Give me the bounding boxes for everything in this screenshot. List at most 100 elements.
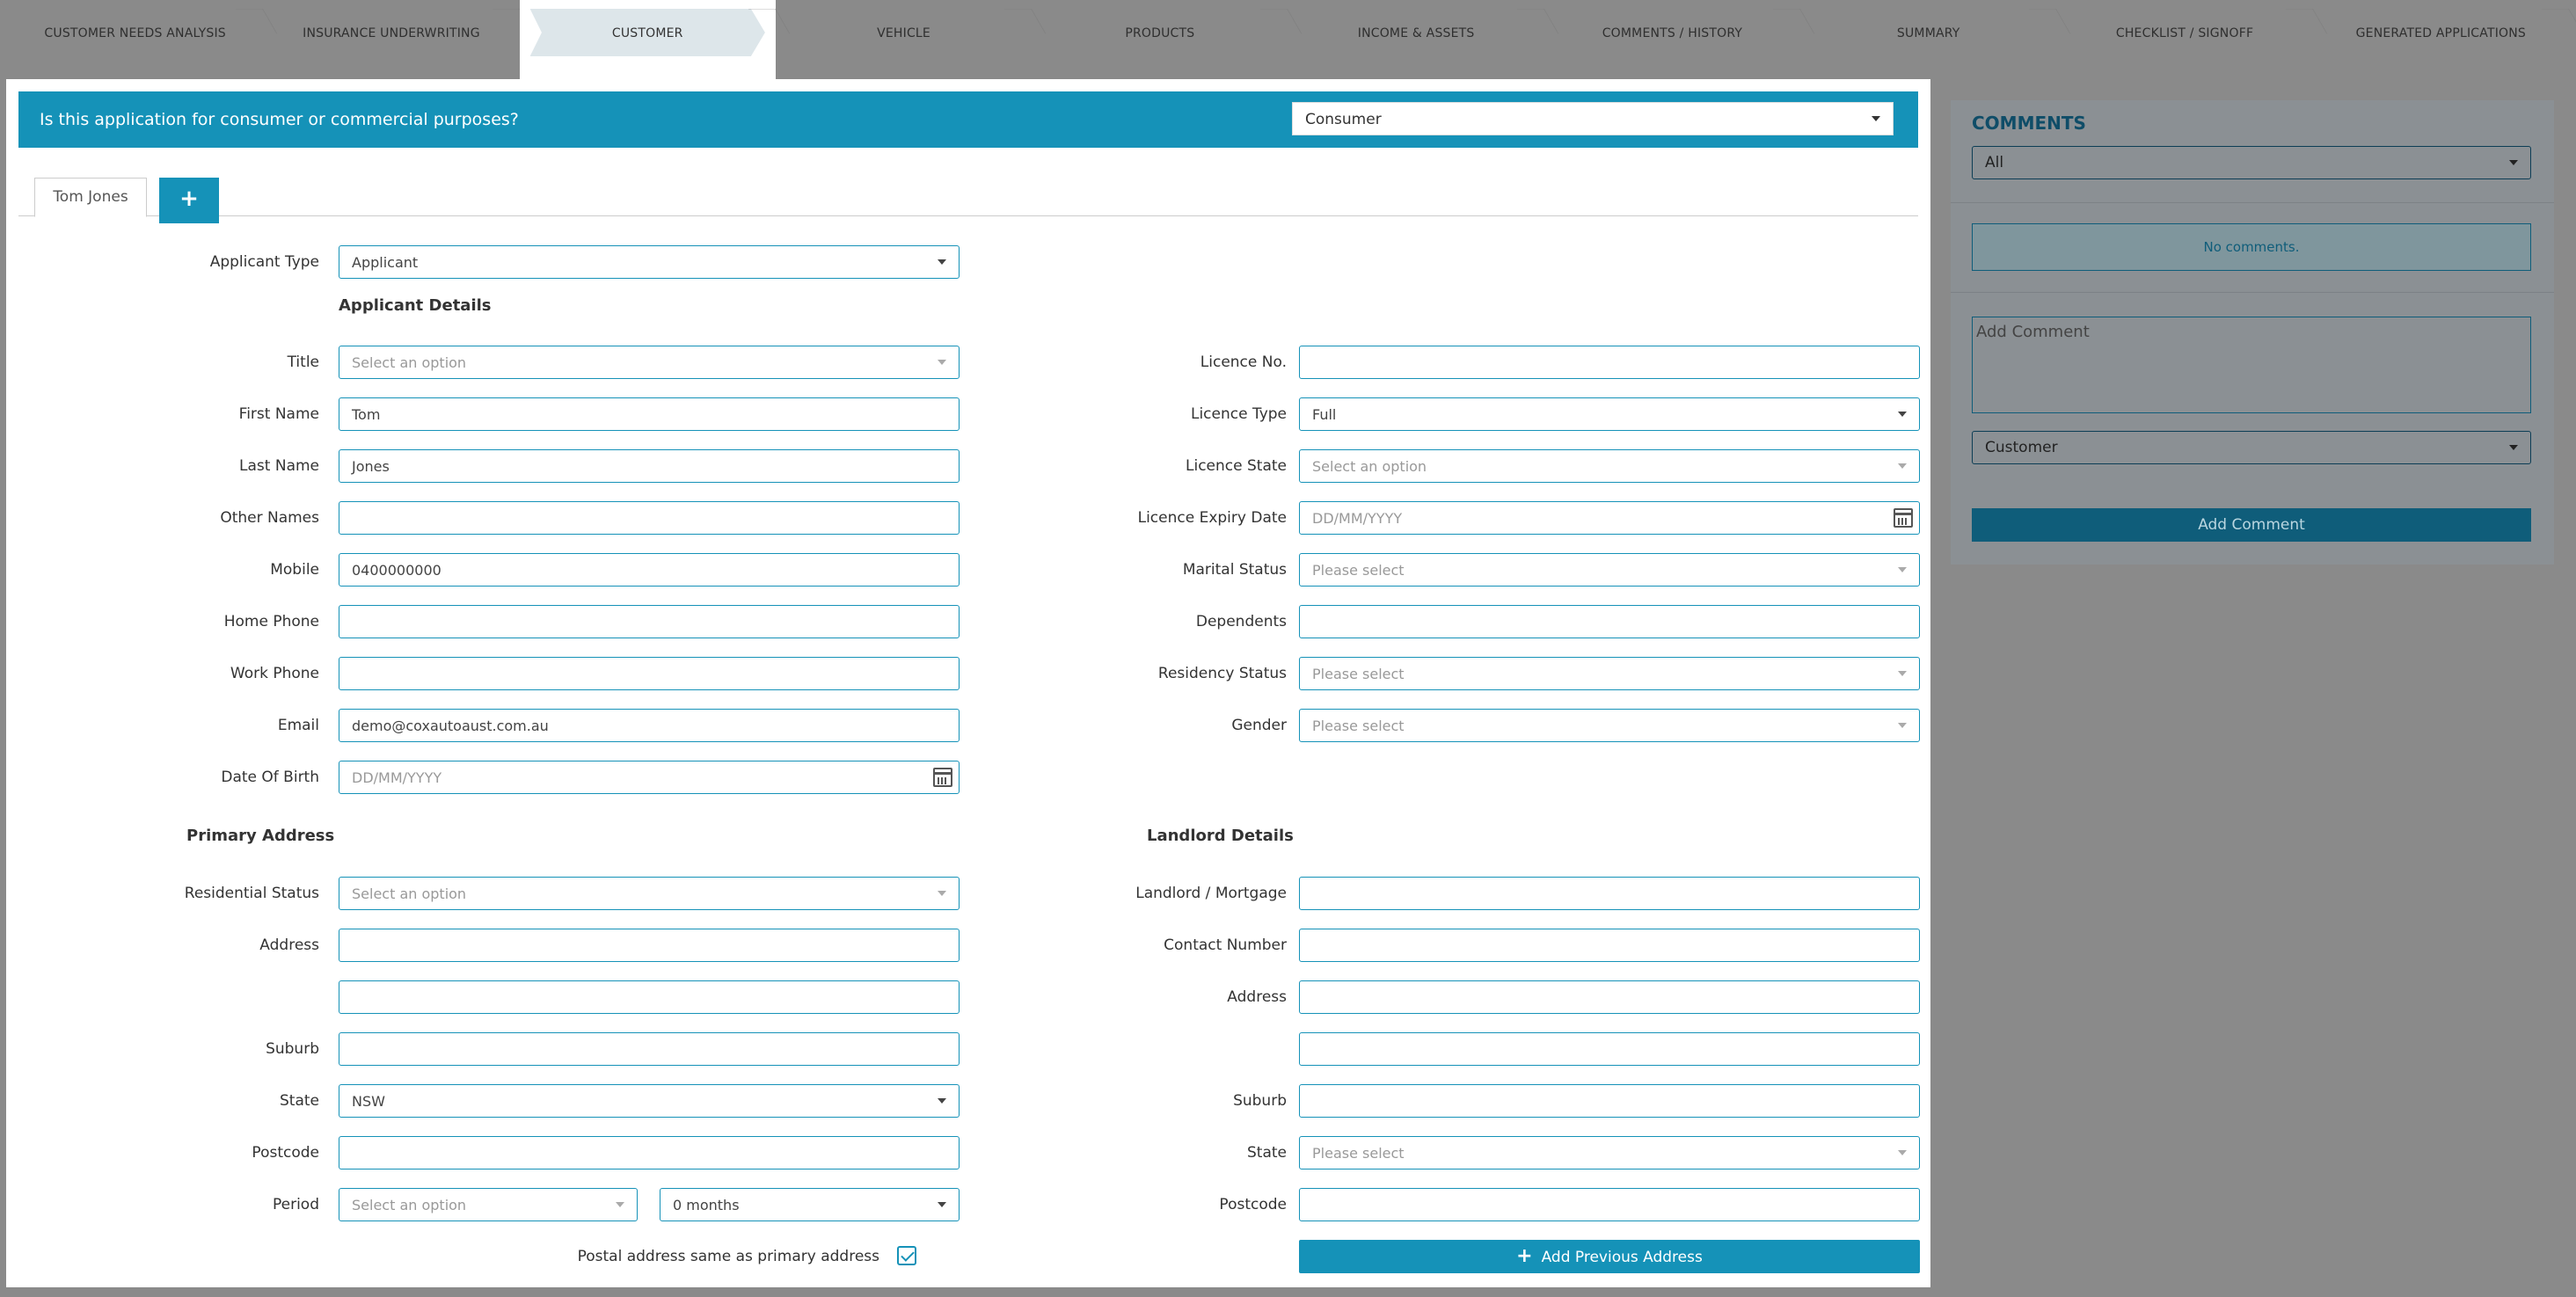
state-select[interactable]: NSW: [339, 1084, 960, 1118]
mobile-input[interactable]: 0400000000: [339, 553, 960, 587]
step-comments-history[interactable]: COMMENTS / HISTORY: [1544, 0, 1800, 67]
chevron-down-icon: [2509, 160, 2518, 165]
title-select[interactable]: Select an option: [339, 346, 960, 379]
marital-status-label: Marital Status: [1182, 561, 1287, 579]
marital-status-select[interactable]: Please select: [1299, 553, 1920, 587]
chevron-down-icon: [1898, 567, 1907, 572]
residency-status-select[interactable]: Please select: [1299, 657, 1920, 690]
applicant-type-select[interactable]: Applicant: [339, 245, 960, 279]
landlord-suburb-label: Suburb: [1233, 1092, 1287, 1110]
comment-category-select[interactable]: Customer: [1972, 431, 2531, 464]
step-customer[interactable]: CUSTOMER: [519, 0, 776, 83]
calendar-icon[interactable]: [933, 768, 952, 787]
chevron-down-icon: [1872, 116, 1880, 121]
title-label: Title: [287, 353, 319, 371]
dob-label: Date Of Birth: [221, 769, 319, 786]
chevron-down-icon: [1898, 723, 1907, 728]
licence-expiry-input[interactable]: DD/MM/YYYY: [1299, 501, 1920, 535]
divider: [1951, 292, 2554, 293]
plus-icon: +: [179, 186, 199, 212]
work-phone-label: Work Phone: [230, 665, 319, 682]
primary-address-heading: Primary Address: [186, 827, 335, 845]
suburb-input[interactable]: [339, 1032, 960, 1066]
chevron-down-icon: [1898, 412, 1907, 417]
progress-steps: CUSTOMER NEEDS ANALYSIS INSURANCE UNDERW…: [0, 0, 2576, 83]
chevron-down-icon: [938, 891, 946, 896]
add-applicant-button[interactable]: +: [159, 178, 219, 223]
licence-type-select[interactable]: Full: [1299, 397, 1920, 431]
tab-applicant[interactable]: Tom Jones: [34, 178, 147, 217]
landlord-address-label: Address: [1227, 988, 1287, 1006]
chevron-down-icon: [938, 360, 946, 365]
dependents-input[interactable]: [1299, 605, 1920, 638]
gender-select[interactable]: Please select: [1299, 709, 1920, 742]
other-names-label: Other Names: [220, 509, 319, 527]
step-summary[interactable]: SUMMARY: [1800, 0, 2056, 67]
gender-label: Gender: [1231, 717, 1287, 734]
period-months-select[interactable]: 0 months: [660, 1188, 960, 1221]
step-customer-needs-analysis[interactable]: CUSTOMER NEEDS ANALYSIS: [7, 0, 263, 67]
calendar-icon[interactable]: [1894, 508, 1913, 528]
purpose-banner: Is this application for consumer or comm…: [18, 91, 1918, 148]
dob-input[interactable]: DD/MM/YYYY: [339, 761, 960, 794]
first-name-input[interactable]: Tom: [339, 397, 960, 431]
landlord-postcode-input[interactable]: [1299, 1188, 1920, 1221]
customer-form-card: Is this application for consumer or comm…: [6, 79, 1930, 1287]
licence-state-select[interactable]: Select an option: [1299, 449, 1920, 483]
contact-number-label: Contact Number: [1164, 936, 1287, 954]
other-names-input[interactable]: [339, 501, 960, 535]
chevron-down-icon: [1898, 1150, 1907, 1155]
mobile-label: Mobile: [270, 561, 319, 579]
postal-same-label: Postal address same as primary address: [577, 1248, 879, 1265]
purpose-question: Is this application for consumer or comm…: [40, 110, 519, 129]
email-input[interactable]: demo@coxautoaust.com.au: [339, 709, 960, 742]
landlord-suburb-input[interactable]: [1299, 1084, 1920, 1118]
landlord-address-line2-input[interactable]: [1299, 1032, 1920, 1066]
chevron-down-icon: [2509, 445, 2518, 450]
comments-filter-select[interactable]: All: [1972, 146, 2531, 179]
licence-type-label: Licence Type: [1190, 405, 1287, 423]
step-income-assets[interactable]: INCOME & ASSETS: [1288, 0, 1543, 67]
postal-same-checkbox[interactable]: [897, 1246, 916, 1265]
add-comment-textarea[interactable]: Add Comment: [1972, 317, 2531, 413]
residency-status-label: Residency Status: [1157, 665, 1287, 682]
chevron-down-icon: [938, 1202, 946, 1207]
step-checklist-signoff[interactable]: CHECKLIST / SIGNOFF: [2056, 0, 2312, 67]
step-products[interactable]: PRODUCTS: [1032, 0, 1288, 67]
step-generated-applications[interactable]: GENERATED APPLICATIONS: [2313, 0, 2569, 67]
residential-status-select[interactable]: Select an option: [339, 877, 960, 910]
landlord-mortgage-input[interactable]: [1299, 877, 1920, 910]
add-comment-button[interactable]: Add Comment: [1972, 508, 2531, 542]
purpose-select[interactable]: Consumer: [1292, 102, 1894, 135]
plus-icon: +: [1516, 1245, 1533, 1267]
applicant-tabs: Tom Jones +: [18, 178, 1918, 223]
last-name-input[interactable]: Jones: [339, 449, 960, 483]
address-label: Address: [259, 936, 319, 954]
residential-status-label: Residential Status: [184, 885, 319, 902]
licence-expiry-label: Licence Expiry Date: [1137, 509, 1287, 527]
first-name-label: First Name: [238, 405, 319, 423]
add-previous-address-button[interactable]: + Add Previous Address: [1299, 1240, 1920, 1273]
work-phone-input[interactable]: [339, 657, 960, 690]
landlord-address-line1-input[interactable]: [1299, 980, 1920, 1014]
landlord-state-label: State: [1247, 1144, 1287, 1162]
chevron-down-icon: [1898, 671, 1907, 676]
comments-heading: COMMENTS: [1972, 113, 2086, 134]
chevron-down-icon: [938, 259, 946, 265]
step-insurance-underwriting[interactable]: INSURANCE UNDERWRITING: [263, 0, 519, 67]
home-phone-input[interactable]: [339, 605, 960, 638]
address-line2-input[interactable]: [339, 980, 960, 1014]
contact-number-input[interactable]: [1299, 929, 1920, 962]
licence-no-input[interactable]: [1299, 346, 1920, 379]
chevron-down-icon: [1898, 463, 1907, 469]
landlord-state-select[interactable]: Please select: [1299, 1136, 1920, 1169]
landlord-postcode-label: Postcode: [1219, 1196, 1287, 1213]
chevron-down-icon: [616, 1202, 624, 1207]
period-label: Period: [272, 1196, 319, 1213]
landlord-mortgage-label: Landlord / Mortgage: [1135, 885, 1287, 902]
address-line1-input[interactable]: [339, 929, 960, 962]
period-years-select[interactable]: Select an option: [339, 1188, 638, 1221]
postcode-input[interactable]: [339, 1136, 960, 1169]
dependents-label: Dependents: [1195, 613, 1287, 630]
step-vehicle[interactable]: VEHICLE: [776, 0, 1032, 67]
